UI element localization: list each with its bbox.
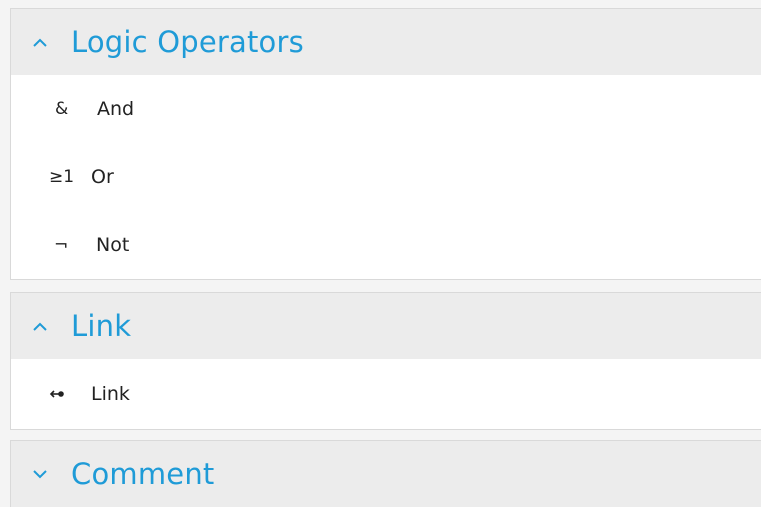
item-label: Or — [91, 166, 114, 188]
logic-operators-panel: Logic Operators & And ≥1 Or ¬ Not — [10, 8, 761, 280]
item-label: Link — [91, 383, 130, 405]
comment-panel: Comment — [10, 440, 761, 507]
greater-equal-one-icon: ≥1 — [49, 167, 75, 187]
comment-header[interactable]: Comment — [11, 441, 761, 507]
chevron-up-icon — [31, 33, 49, 51]
chevron-down-icon — [31, 465, 49, 483]
logic-operators-header[interactable]: Logic Operators — [11, 9, 761, 75]
link-arrow-icon — [49, 389, 85, 399]
section-title: Logic Operators — [71, 25, 304, 59]
item-label: Not — [96, 234, 130, 256]
operator-item-and[interactable]: & And — [11, 75, 761, 143]
section-title: Comment — [71, 457, 215, 491]
section-title: Link — [71, 309, 132, 343]
not-sign-icon: ¬ — [54, 235, 69, 255]
link-panel: Link Link — [10, 292, 761, 430]
link-header[interactable]: Link — [11, 293, 761, 359]
operator-item-not[interactable]: ¬ Not — [11, 211, 761, 279]
operator-item-or[interactable]: ≥1 Or — [11, 143, 761, 211]
link-item[interactable]: Link — [11, 359, 761, 429]
ampersand-icon: & — [55, 99, 69, 119]
item-label: And — [97, 98, 135, 120]
chevron-up-icon — [31, 317, 49, 335]
